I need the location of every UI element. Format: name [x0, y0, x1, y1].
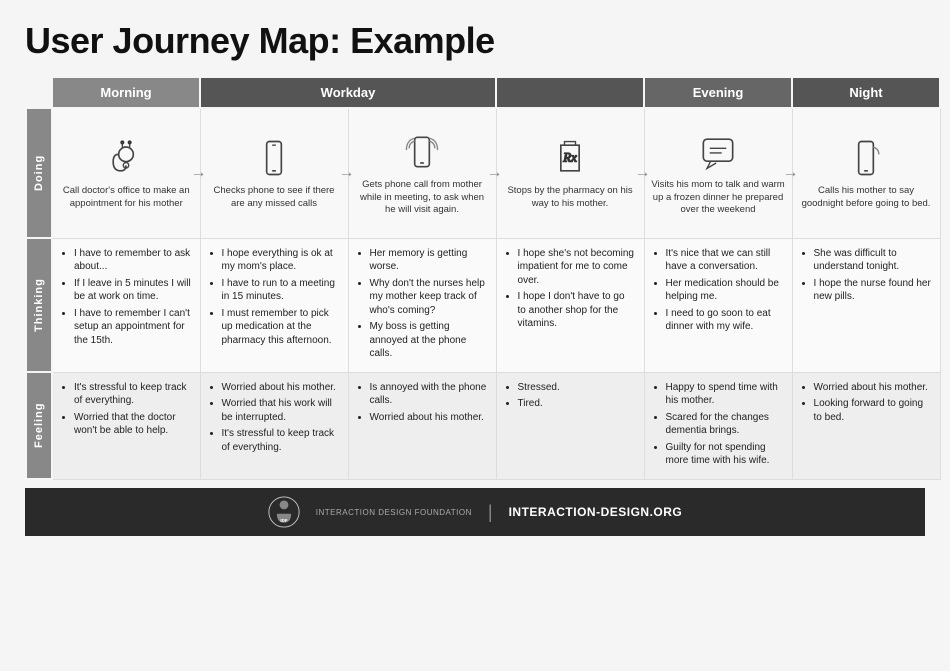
feeling-evening: Happy to spend time with his mother. Sca…	[644, 372, 792, 479]
doing-night-caption: Calls his mother to say goodnight before…	[798, 185, 935, 210]
stethoscope-icon	[104, 136, 148, 180]
phone-ring-icon	[400, 130, 444, 174]
doing-morning-caption: Call doctor's office to make an appointm…	[58, 185, 195, 210]
thinking-label: Thinking	[26, 238, 52, 372]
feeling-night-list: Worried about his mother. Looking forwar…	[801, 381, 932, 425]
footer-divider: |	[488, 502, 493, 523]
svg-text:IDF: IDF	[280, 518, 287, 523]
doing-night: → Calls his mother to say goodnight befo…	[792, 108, 940, 238]
footer: IDF INTERACTION DESIGN FOUNDATION | INTE…	[25, 488, 925, 536]
phase-pharmacy	[496, 77, 644, 108]
doing-row: Doing Call doctor's office to make an ap…	[26, 108, 940, 238]
footer-org-label: INTERACTION DESIGN FOUNDATION	[316, 508, 472, 517]
page: User Journey Map: Example Morning Workda…	[0, 0, 950, 671]
doing-workday1: → Checks phone to see if there are any m…	[200, 108, 348, 238]
doing-workday2: → Gets phone call from mother while in m…	[348, 108, 496, 238]
feeling-workday1-list: Worried about his mother. Worried that h…	[209, 381, 340, 455]
phase-night: Night	[792, 77, 940, 108]
thinking-row: Thinking I have to remember to ask about…	[26, 238, 940, 372]
feeling-evening-list: Happy to spend time with his mother. Sca…	[653, 381, 784, 468]
feeling-row: Feeling It's stressful to keep track of …	[26, 372, 940, 479]
feeling-morning: It's stressful to keep track of everythi…	[52, 372, 200, 479]
thinking-pharmacy-list: I hope she's not becoming impatient for …	[505, 247, 636, 331]
chat-icon	[696, 130, 740, 174]
feeling-pharmacy-list: Stressed. Tired.	[505, 381, 636, 411]
doing-workday1-caption: Checks phone to see if there are any mis…	[206, 185, 343, 210]
doing-workday2-caption: Gets phone call from mother while in mee…	[354, 179, 491, 216]
feeling-pharmacy: Stressed. Tired.	[496, 372, 644, 479]
thinking-morning: I have to remember to ask about... If I …	[52, 238, 200, 372]
thinking-morning-list: I have to remember to ask about... If I …	[61, 247, 192, 348]
svg-text:Rx: Rx	[562, 151, 577, 165]
thinking-workday2: Her memory is getting worse. Why don't t…	[348, 238, 496, 372]
thinking-night: She was difficult to understand tonight.…	[792, 238, 940, 372]
feeling-workday2: Is annoyed with the phone calls. Worried…	[348, 372, 496, 479]
phase-morning: Morning	[52, 77, 200, 108]
feeling-workday1: Worried about his mother. Worried that h…	[200, 372, 348, 479]
thinking-workday2-list: Her memory is getting worse. Why don't t…	[357, 247, 488, 361]
doing-evening-caption: Visits his mom to talk and warm up a fro…	[650, 179, 787, 216]
doing-pharmacy-caption: Stops by the pharmacy on his way to his …	[502, 185, 639, 210]
feeling-morning-list: It's stressful to keep track of everythi…	[61, 381, 192, 438]
feeling-label: Feeling	[26, 372, 52, 479]
phase-header-row: Morning Workday Evening Night	[26, 77, 940, 108]
doing-evening: → Visits his mom to talk and warm up a f…	[644, 108, 792, 238]
page-title: User Journey Map: Example	[25, 20, 925, 62]
doing-pharmacy: → Rx Stops by the pharmacy on his way to…	[496, 108, 644, 238]
footer-url: INTERACTION-DESIGN.ORG	[509, 505, 683, 519]
thinking-night-list: She was difficult to understand tonight.…	[801, 247, 932, 304]
thinking-pharmacy: I hope she's not becoming impatient for …	[496, 238, 644, 372]
phase-evening: Evening	[644, 77, 792, 108]
phone2-icon	[844, 136, 888, 180]
pharmacy-icon: Rx	[548, 136, 592, 180]
thinking-evening: It's nice that we can still have a conve…	[644, 238, 792, 372]
doing-morning: Call doctor's office to make an appointm…	[52, 108, 200, 238]
thinking-workday1: I hope everything is ok at my mom's plac…	[200, 238, 348, 372]
feeling-workday2-list: Is annoyed with the phone calls. Worried…	[357, 381, 488, 425]
doing-label: Doing	[26, 108, 52, 238]
feeling-night: Worried about his mother. Looking forwar…	[792, 372, 940, 479]
idf-logo-icon: IDF	[268, 496, 300, 528]
phone-icon	[252, 136, 296, 180]
thinking-workday1-list: I hope everything is ok at my mom's plac…	[209, 247, 340, 348]
phase-workday: Workday	[200, 77, 496, 108]
thinking-evening-list: It's nice that we can still have a conve…	[653, 247, 784, 334]
